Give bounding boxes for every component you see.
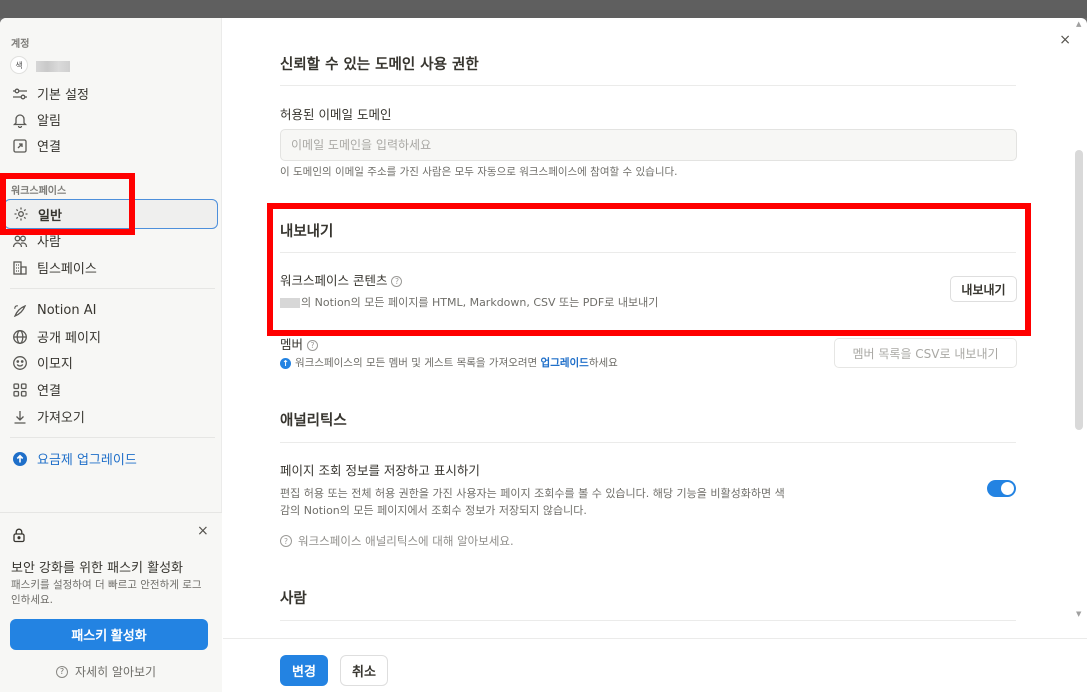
workspace-content-label: 워크스페이스 콘텐츠? bbox=[280, 270, 403, 289]
sidebar-item-general[interactable]: 일반 bbox=[4, 199, 218, 229]
sidebar-item-label: 연결 bbox=[37, 140, 61, 155]
avatar: 색 bbox=[10, 56, 28, 74]
enable-passkey-button[interactable]: 패스키 활성화 bbox=[10, 619, 208, 650]
sidebar-item-teamspaces[interactable]: 팀스페이스 bbox=[4, 254, 218, 281]
page-view-description-line2: 감의 Notion의 모든 페이지에서 조회수 정보가 저장되지 않습니다. bbox=[280, 504, 587, 517]
sidebar-item-notifications[interactable]: 알림 bbox=[4, 106, 218, 133]
lock-icon bbox=[11, 527, 27, 543]
toggle-knob bbox=[1001, 482, 1014, 495]
workspace-content-text: 워크스페이스 콘텐츠 bbox=[280, 273, 388, 288]
sliders-icon bbox=[11, 85, 29, 103]
export-heading: 내보내기 bbox=[280, 224, 334, 240]
email-domain-hint: 이 도메인의 이메일 주소를 가진 사람은 모두 자동으로 워크스페이스에 참여… bbox=[280, 166, 678, 178]
members-description: ↑ 워크스페이스의 모든 멤버 및 게스트 목록을 가져오려면 업그레이드하세요 bbox=[280, 355, 618, 370]
sidebar-item-label: 기본 설정 bbox=[37, 88, 89, 103]
sidebar-item-label: 알림 bbox=[37, 114, 61, 129]
scroll-down-arrow[interactable]: ▼ bbox=[1076, 610, 1081, 618]
smiley-icon bbox=[11, 354, 29, 372]
sidebar-item-label: 사람 bbox=[37, 235, 61, 250]
sidebar-item-preferences[interactable]: 기본 설정 bbox=[4, 80, 218, 107]
upgrade-info-icon: ↑ bbox=[280, 357, 291, 369]
sparkle-pen-icon bbox=[11, 302, 29, 320]
building-icon bbox=[11, 259, 29, 277]
question-icon: ? bbox=[280, 535, 292, 547]
export-members-csv-button[interactable]: 멤버 목록을 CSV로 내보내기 bbox=[834, 338, 1017, 368]
help-icon[interactable]: ? bbox=[391, 276, 403, 287]
sidebar-item-public-pages[interactable]: 공개 페이지 bbox=[4, 323, 218, 350]
sidebar-divider bbox=[10, 288, 215, 289]
globe-icon bbox=[11, 328, 29, 346]
content-scrollbar[interactable] bbox=[1075, 150, 1083, 430]
settings-sidebar: 계정 색 기본 설정 알림 연결 워크스페이스 일반 사람 팀스페이스 Noti… bbox=[0, 18, 222, 692]
gear-icon bbox=[12, 205, 30, 223]
passkey-description: 패스키를 설정하여 더 빠르고 안전하게 로그인하세요. bbox=[11, 579, 202, 606]
sidebar-item-integrations[interactable]: 연결 bbox=[4, 376, 218, 403]
export-description-text: 의 Notion의 모든 페이지를 HTML, Markdown, CSV 또는… bbox=[301, 296, 659, 309]
allowed-email-domain-label: 허용된 이메일 도메인 bbox=[280, 107, 392, 122]
sidebar-item-label: 요금제 업그레이드 bbox=[37, 453, 137, 468]
workspace-content-description: 의 Notion의 모든 페이지를 HTML, Markdown, CSV 또는… bbox=[280, 294, 658, 310]
section-divider bbox=[280, 85, 1016, 86]
sidebar-item-upgrade-plan[interactable]: 요금제 업그레이드 bbox=[4, 445, 218, 472]
people-heading: 사람 bbox=[280, 591, 307, 607]
analytics-learn-more-link[interactable]: ? 워크스페이스 애널리틱스에 대해 알아보세요. bbox=[280, 533, 514, 549]
analytics-heading: 애널리틱스 bbox=[280, 413, 347, 429]
save-button[interactable]: 변경 bbox=[280, 655, 328, 686]
close-icon[interactable]: × bbox=[197, 523, 209, 539]
workspace-section-label: 워크스페이스 bbox=[11, 186, 67, 197]
sidebar-item-label: 연결 bbox=[37, 384, 61, 399]
grid-icon bbox=[11, 381, 29, 399]
members-label: 멤버? bbox=[280, 334, 319, 353]
settings-content: × 신뢰할 수 있는 도메인 사용 권한 허용된 이메일 도메인 이 도메인의 … bbox=[223, 18, 1087, 692]
help-icon[interactable]: ? bbox=[307, 340, 319, 351]
workspace-name-redacted bbox=[280, 298, 300, 308]
upgrade-link[interactable]: 업그레이드 bbox=[541, 357, 589, 369]
bell-icon bbox=[11, 111, 29, 129]
section-divider bbox=[280, 620, 1016, 621]
sidebar-item-people[interactable]: 사람 bbox=[4, 227, 218, 254]
account-section-label: 계정 bbox=[11, 39, 30, 50]
download-arrow-icon bbox=[11, 408, 29, 426]
sidebar-item-label: 이모지 bbox=[37, 357, 73, 372]
cancel-button[interactable]: 취소 bbox=[340, 655, 388, 686]
members-text: 멤버 bbox=[280, 337, 304, 352]
settings-footer: 변경 취소 bbox=[223, 638, 1087, 692]
upgrade-arrow-icon bbox=[11, 450, 29, 468]
section-divider bbox=[280, 442, 1016, 443]
sidebar-item-account-connections[interactable]: 연결 bbox=[4, 132, 218, 159]
settings-modal: 계정 색 기본 설정 알림 연결 워크스페이스 일반 사람 팀스페이스 Noti… bbox=[0, 18, 1087, 692]
backdrop bbox=[0, 0, 1087, 18]
email-domain-input[interactable] bbox=[280, 129, 1017, 161]
sidebar-item-notion-ai[interactable]: Notion AI bbox=[4, 297, 218, 324]
sidebar-item-label: Notion AI bbox=[37, 303, 97, 318]
trusted-domain-heading: 신뢰할 수 있는 도메인 사용 권한 bbox=[280, 57, 479, 73]
passkey-promo-card: × 보안 강화를 위한 패스키 활성화 패스키를 설정하여 더 빠르고 안전하게… bbox=[0, 512, 222, 692]
sidebar-item-emoji[interactable]: 이모지 bbox=[4, 349, 218, 376]
members-desc-post: 하세요 bbox=[588, 357, 618, 369]
learn-more-label: 자세히 알아보기 bbox=[75, 665, 157, 679]
external-link-icon bbox=[11, 137, 29, 155]
section-divider bbox=[280, 252, 1016, 253]
scroll-up-arrow[interactable]: ▲ bbox=[1076, 20, 1081, 28]
members-desc-pre: 워크스페이스의 모든 멤버 및 게스트 목록을 가져오려면 bbox=[295, 357, 541, 369]
page-view-description-line1: 편집 허용 또는 전체 허용 권한을 가진 사용자는 페이지 조회수를 볼 수 … bbox=[280, 487, 785, 500]
analytics-learn-more-text: 워크스페이스 애널리틱스에 대해 알아보세요. bbox=[298, 534, 514, 548]
export-button[interactable]: 내보내기 bbox=[950, 276, 1017, 302]
sidebar-item-label: 일반 bbox=[38, 208, 62, 224]
question-icon: ? bbox=[56, 665, 68, 678]
account-name-redacted bbox=[36, 61, 70, 72]
close-icon[interactable]: × bbox=[1059, 32, 1071, 48]
sidebar-divider bbox=[10, 437, 215, 438]
passkey-title: 보안 강화를 위한 패스키 활성화 bbox=[11, 561, 184, 576]
sidebar-item-label: 공개 페이지 bbox=[37, 331, 101, 346]
sidebar-item-import[interactable]: 가져오기 bbox=[4, 403, 218, 430]
sidebar-item-label: 팀스페이스 bbox=[37, 262, 97, 277]
page-view-label: 페이지 조회 정보를 저장하고 표시하기 bbox=[280, 463, 480, 478]
passkey-learn-more-link[interactable]: ? 자세히 알아보기 bbox=[56, 663, 156, 680]
page-view-toggle[interactable] bbox=[987, 480, 1016, 497]
sidebar-item-label: 가져오기 bbox=[37, 411, 85, 426]
people-icon bbox=[11, 232, 29, 250]
